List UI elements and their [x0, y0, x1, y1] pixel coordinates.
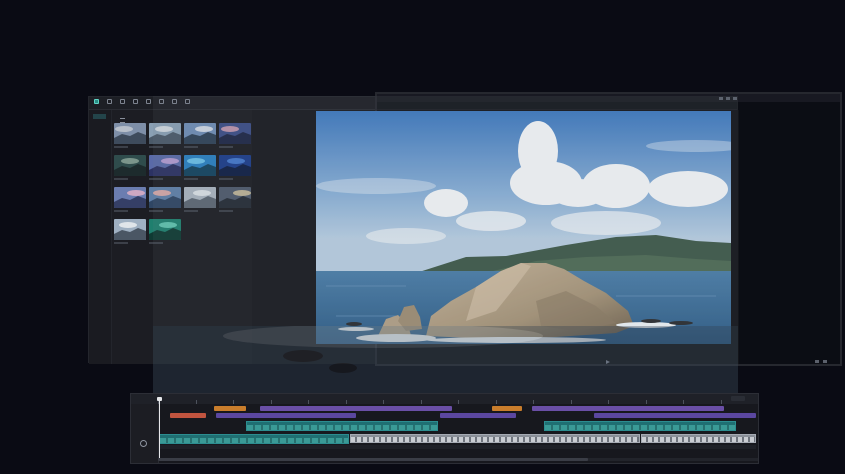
media-thumbnail[interactable] [184, 155, 216, 176]
media-thumbnail[interactable] [219, 123, 251, 144]
sidebar-item-library[interactable] [93, 124, 106, 129]
toolbar-effects-button[interactable] [145, 99, 152, 106]
media-thumbnail[interactable] [184, 123, 216, 144]
scrollbar-thumb[interactable] [158, 458, 588, 461]
thumbnail-caption [114, 210, 146, 213]
main-video-clip-2[interactable] [350, 434, 640, 443]
maximize-icon[interactable] [726, 97, 730, 100]
thumbnail-caption [184, 146, 216, 149]
toolbar-adjust-button[interactable] [184, 99, 191, 106]
toolbar-media-button[interactable] [93, 99, 100, 106]
main-video-clip-1[interactable] [159, 434, 349, 444]
thumbnail-caption [219, 178, 251, 181]
toolbar-stickers-button[interactable] [132, 99, 139, 106]
main-video-clip-3[interactable] [641, 434, 756, 443]
toolbar-transitions-button[interactable] [158, 99, 165, 106]
player-title-bar [377, 94, 840, 102]
sidebar-item-local[interactable] [93, 114, 106, 119]
thumbnail-caption [219, 146, 251, 149]
timeline-tracks [158, 394, 758, 464]
clip-orange-1[interactable] [214, 406, 246, 411]
timeline-panel [130, 393, 759, 464]
toolbar-filters-button[interactable] [171, 99, 178, 106]
minimize-icon[interactable] [719, 97, 723, 100]
fullscreen-icon[interactable] [823, 360, 827, 363]
media-thumbnail[interactable] [114, 123, 146, 144]
clip-orange-2[interactable] [492, 406, 522, 411]
preview-image [316, 111, 731, 344]
coastal-scene-image [316, 111, 731, 344]
media-thumbnail[interactable] [114, 219, 146, 240]
media-thumbnail[interactable] [149, 219, 181, 240]
thumbnail-caption [149, 146, 181, 149]
clip-red-1[interactable] [170, 413, 206, 418]
media-thumbnail[interactable] [184, 187, 216, 208]
toolbar-text-button[interactable] [119, 99, 126, 106]
clip-purple-2[interactable] [532, 406, 724, 411]
media-thumbnail[interactable] [219, 187, 251, 208]
media-thumbnail[interactable] [149, 155, 181, 176]
media-icon [94, 99, 99, 104]
preview-reflection [153, 326, 738, 394]
media-thumbnail[interactable] [149, 123, 181, 144]
video-clip-2[interactable] [544, 421, 736, 431]
track-headers [131, 404, 159, 463]
playhead[interactable] [159, 398, 160, 460]
sticker-icon [133, 99, 138, 104]
thumbnail-caption [184, 210, 216, 213]
media-thumbnail[interactable] [114, 187, 146, 208]
add-track-icon[interactable] [140, 440, 147, 447]
thumbnail-caption [114, 242, 146, 245]
thumbnail-caption [184, 178, 216, 181]
media-thumbnail[interactable] [219, 155, 251, 176]
media-thumbnail[interactable] [114, 155, 146, 176]
transition-icon [159, 99, 164, 104]
filter-icon [172, 99, 177, 104]
close-icon[interactable] [733, 97, 737, 100]
thumbnail-caption [219, 210, 251, 213]
text-icon [120, 99, 125, 104]
media-sidebar [89, 110, 112, 364]
thumbnail-caption [114, 146, 146, 149]
clip-violet-1[interactable] [216, 413, 356, 418]
audio-track[interactable] [159, 445, 756, 449]
thumbnail-caption [149, 210, 181, 213]
media-thumbnail[interactable] [149, 187, 181, 208]
video-clip-1[interactable] [246, 421, 438, 431]
toolbar-audio-button[interactable] [106, 99, 113, 106]
thumbnail-caption [149, 242, 181, 245]
thumbnail-caption [149, 178, 181, 181]
audio-icon [107, 99, 112, 104]
clip-violet-2[interactable] [440, 413, 516, 418]
clip-purple-1[interactable] [260, 406, 452, 411]
effects-icon [146, 99, 151, 104]
clip-violet-3[interactable] [594, 413, 756, 418]
timeline-scrollbar[interactable] [158, 458, 758, 461]
ratio-icon[interactable] [815, 360, 819, 363]
thumbnail-caption [114, 178, 146, 181]
adjust-icon [185, 99, 190, 104]
